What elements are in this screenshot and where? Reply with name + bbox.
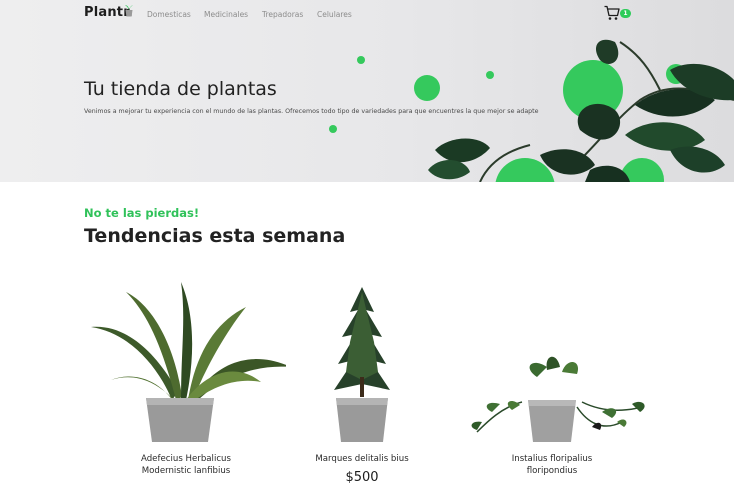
product-card[interactable]: Marques delitalis bius $500 bbox=[262, 272, 462, 485]
product-name: Instalius floripalius bbox=[511, 454, 593, 464]
product-name-line2: floripondius bbox=[526, 466, 578, 476]
decor-dot bbox=[329, 125, 337, 133]
hero-banner: Plantr. Domesticas Medicinales Trepadora… bbox=[0, 0, 734, 182]
product-name: Adefecius Herbalicus bbox=[141, 454, 231, 464]
nav-link-celulares[interactable]: Celulares bbox=[317, 10, 352, 19]
section-kicker: No te las pierdas! bbox=[84, 206, 200, 220]
cart-icon[interactable] bbox=[604, 5, 620, 21]
nav-link-domesticas[interactable]: Domesticas bbox=[147, 10, 191, 19]
section-title: Tendencias esta semana bbox=[84, 225, 346, 247]
top-nav: Plantr. Domesticas Medicinales Trepadora… bbox=[0, 0, 734, 28]
decor-dot bbox=[357, 56, 365, 64]
product-name-line2: Modernistic lanfibius bbox=[141, 466, 231, 476]
product-price: $500 bbox=[345, 470, 379, 485]
product-name: Marques delitalis bius bbox=[315, 454, 409, 464]
product-image bbox=[471, 356, 645, 442]
cart-count-badge: 1 bbox=[620, 9, 631, 18]
hero-plant-illustration bbox=[428, 39, 734, 182]
product-image bbox=[334, 287, 390, 442]
nav-link-medicinales[interactable]: Medicinales bbox=[204, 10, 248, 19]
hero-title: Tu tienda de plantas bbox=[84, 78, 277, 100]
pot-icon bbox=[125, 5, 133, 17]
product-card[interactable]: Adefecius Herbalicus Modernistic lanfibi… bbox=[86, 272, 286, 485]
nav-link-trepadoras[interactable]: Trepadoras bbox=[262, 10, 303, 19]
product-image bbox=[91, 282, 286, 442]
product-card[interactable]: Instalius floripalius floripondius bbox=[452, 272, 652, 485]
